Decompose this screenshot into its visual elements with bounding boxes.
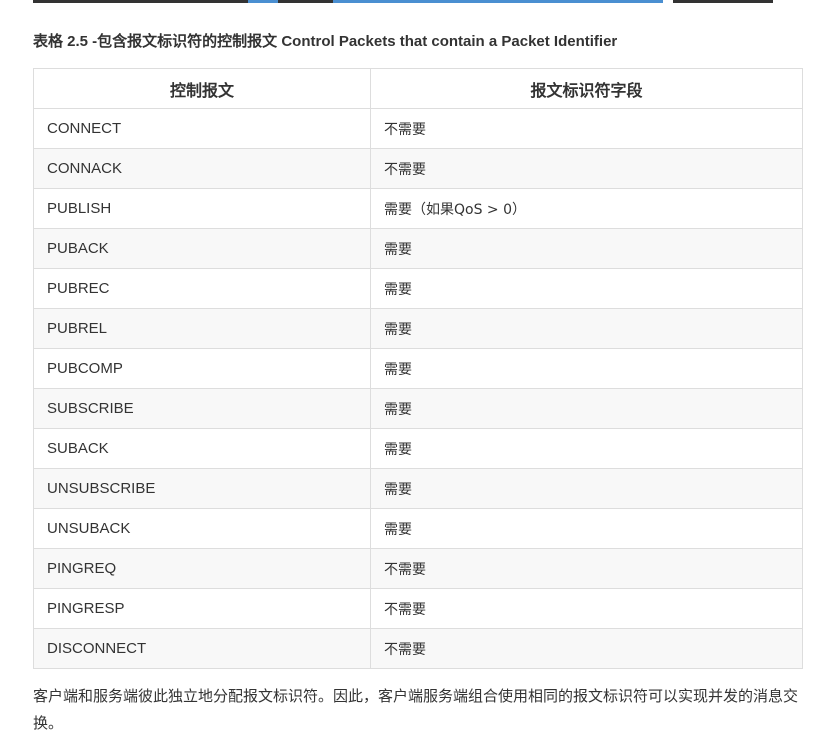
table-header-row: 控制报文 报文标识符字段 <box>33 68 803 109</box>
table-row: DISCONNECT 不需要 <box>33 628 803 669</box>
packet-identifier-table: 控制报文 报文标识符字段 CONNECT 不需要 CONNACK 不需要 PUBLISH… <box>33 68 803 669</box>
identifier-requirement-cell: 需要 <box>370 268 803 309</box>
table-row: PUBACK 需要 <box>33 228 803 269</box>
table-row: CONNACK 不需要 <box>33 148 803 189</box>
packet-name-cell: PINGRESP <box>33 588 371 629</box>
packet-name-cell: SUBACK <box>33 428 371 469</box>
packet-name-cell: PUBREC <box>33 268 371 309</box>
identifier-requirement-cell: 需要（如果QoS > 0） <box>370 188 803 229</box>
identifier-requirement-cell: 需要 <box>370 348 803 389</box>
table-row: PINGRESP 不需要 <box>33 588 803 629</box>
identifier-requirement-cell: 需要 <box>370 388 803 429</box>
clipped-previous-text-line <box>33 0 783 4</box>
packet-name-cell: PUBCOMP <box>33 348 371 389</box>
packet-name-cell: PUBACK <box>33 228 371 269</box>
table-row: PUBCOMP 需要 <box>33 348 803 389</box>
header-packet-identifier-field: 报文标识符字段 <box>370 68 803 109</box>
table-row: PUBREC 需要 <box>33 268 803 309</box>
packet-name-cell: CONNACK <box>33 148 371 189</box>
identifier-requirement-cell: 需要 <box>370 508 803 549</box>
header-control-packet: 控制报文 <box>33 68 371 109</box>
packet-name-cell: UNSUBSCRIBE <box>33 468 371 509</box>
identifier-requirement-cell: 需要 <box>370 228 803 269</box>
table-row: SUBSCRIBE 需要 <box>33 388 803 429</box>
table-row: PUBLISH 需要（如果QoS > 0） <box>33 188 803 229</box>
table-row: UNSUBSCRIBE 需要 <box>33 468 803 509</box>
table-row: PINGREQ 不需要 <box>33 548 803 589</box>
identifier-requirement-cell: 不需要 <box>370 548 803 589</box>
identifier-requirement-cell: 不需要 <box>370 588 803 629</box>
identifier-requirement-cell: 需要 <box>370 428 803 469</box>
packet-name-cell: DISCONNECT <box>33 628 371 669</box>
identifier-requirement-cell: 需要 <box>370 308 803 349</box>
packet-name-cell: SUBSCRIBE <box>33 388 371 429</box>
packet-name-cell: PINGREQ <box>33 548 371 589</box>
table-row: SUBACK 需要 <box>33 428 803 469</box>
packet-name-cell: PUBLISH <box>33 188 371 229</box>
identifier-requirement-cell: 不需要 <box>370 148 803 189</box>
table-row: PUBREL 需要 <box>33 308 803 349</box>
identifier-requirement-cell: 不需要 <box>370 108 803 149</box>
table-row: UNSUBACK 需要 <box>33 508 803 549</box>
explanation-paragraph: 客户端和服务端彼此独立地分配报文标识符。因此，客户端服务端组合使用相同的报文标识… <box>33 687 799 732</box>
table-row: CONNECT 不需要 <box>33 108 803 149</box>
packet-name-cell: CONNECT <box>33 108 371 149</box>
packet-name-cell: PUBREL <box>33 308 371 349</box>
identifier-requirement-cell: 需要 <box>370 468 803 509</box>
identifier-requirement-cell: 不需要 <box>370 628 803 669</box>
table-caption: 表格 2.5 -包含报文标识符的控制报文 Control Packets tha… <box>33 33 618 50</box>
packet-name-cell: UNSUBACK <box>33 508 371 549</box>
